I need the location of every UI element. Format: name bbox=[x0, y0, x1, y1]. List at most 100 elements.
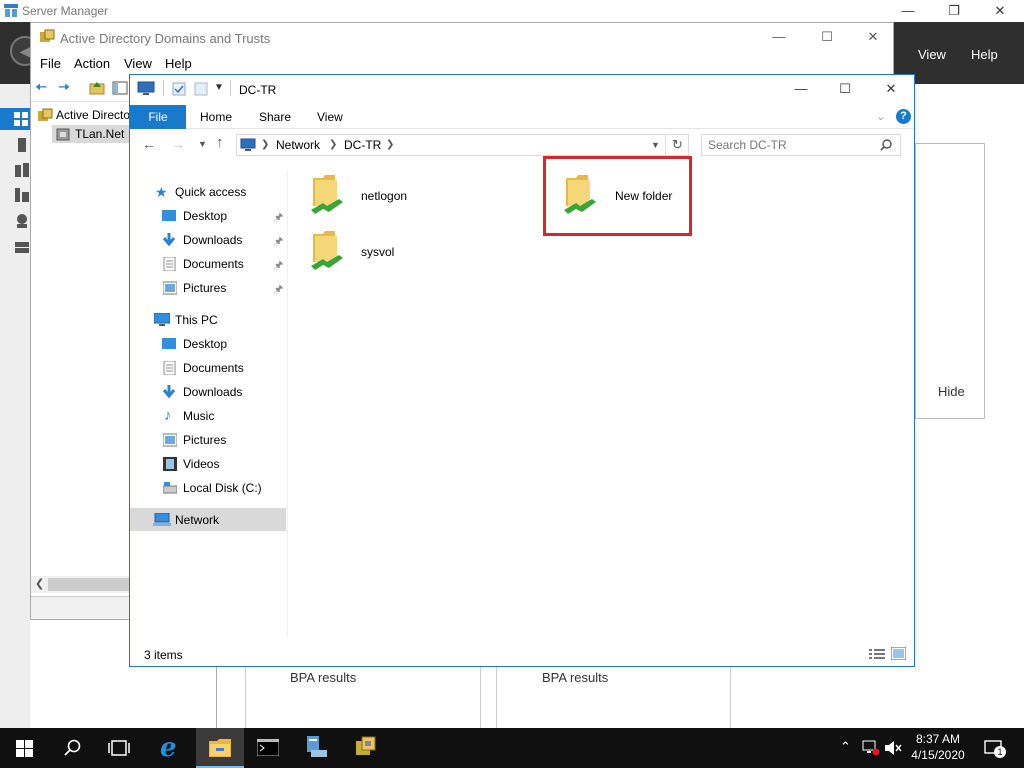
ad-close-button[interactable]: ✕ bbox=[850, 26, 896, 48]
breadcrumb-network[interactable]: Network bbox=[276, 138, 320, 152]
ribbon-tab-home[interactable]: Home bbox=[200, 110, 232, 124]
clock-time[interactable]: 8:37 AM bbox=[912, 732, 964, 746]
sm-menu-help[interactable]: Help bbox=[971, 47, 998, 62]
nav-pc-pictures[interactable]: Pictures bbox=[130, 429, 286, 451]
nav-label: Quick access bbox=[175, 185, 247, 199]
explorer-maximize-button[interactable]: ☐ bbox=[822, 78, 868, 100]
ad-minimize-button[interactable]: — bbox=[756, 26, 802, 48]
ad-ds-icon[interactable] bbox=[15, 188, 29, 202]
all-servers-icon[interactable] bbox=[15, 163, 29, 177]
nav-quick-documents[interactable]: Documents 🖈 bbox=[130, 253, 286, 275]
ribbon-tab-share[interactable]: Share bbox=[259, 110, 291, 124]
show-hidden-icons-icon[interactable]: ⌃ bbox=[840, 739, 851, 755]
local-server-icon[interactable] bbox=[15, 138, 29, 152]
item-count: 3 items bbox=[144, 648, 183, 662]
nav-quick-pictures[interactable]: Pictures 🖈 bbox=[130, 277, 286, 299]
bpa-results-link-2[interactable]: BPA results bbox=[542, 670, 608, 685]
address-dropdown-icon[interactable]: ▼ bbox=[651, 140, 660, 150]
search-icon[interactable] bbox=[64, 739, 82, 757]
documents-icon bbox=[163, 361, 176, 375]
ad-tree-hscroll-thumb[interactable] bbox=[48, 578, 130, 591]
properties-icon[interactable] bbox=[172, 82, 186, 96]
breadcrumb-chevron-icon[interactable]: ❯ bbox=[329, 139, 337, 150]
nav-this-pc[interactable]: This PC bbox=[130, 309, 286, 331]
nav-quick-downloads[interactable]: Downloads 🖈 bbox=[130, 229, 286, 251]
large-icons-view-icon[interactable] bbox=[891, 647, 906, 660]
sm-menu-view[interactable]: View bbox=[918, 47, 946, 62]
volume-muted-icon[interactable] bbox=[884, 740, 902, 756]
ad-tree-domain-label[interactable]: TLan.Net bbox=[75, 127, 124, 141]
help-icon[interactable]: ? bbox=[896, 109, 911, 124]
star-icon: ★ bbox=[155, 184, 168, 200]
nav-label: Desktop bbox=[183, 209, 228, 223]
ribbon-tab-view[interactable]: View bbox=[317, 110, 343, 124]
network-icon bbox=[153, 513, 171, 526]
explorer-close-button[interactable]: ✕ bbox=[868, 78, 914, 100]
ad-menu-help[interactable]: Help bbox=[165, 56, 192, 71]
nav-quick-access[interactable]: ★ Quick access bbox=[130, 181, 286, 203]
ribbon-expand-icon[interactable]: ⌄ bbox=[876, 110, 885, 123]
task-view-icon[interactable] bbox=[108, 740, 130, 756]
ad-menu-file[interactable]: File bbox=[40, 56, 61, 71]
show-hide-tree-icon[interactable] bbox=[112, 80, 128, 96]
ad-tree-root[interactable]: Active Directory Domains and Trusts bbox=[56, 108, 130, 124]
desktop-icon bbox=[162, 210, 176, 221]
internet-explorer-icon[interactable]: e bbox=[160, 734, 177, 762]
nav-pc-music[interactable]: ♪ Music bbox=[130, 405, 286, 427]
breadcrumb-chevron-icon[interactable]: ❯ bbox=[261, 139, 269, 150]
item-netlogon[interactable]: netlogon bbox=[361, 189, 407, 203]
recent-locations-icon[interactable]: ▼ bbox=[198, 139, 207, 149]
sm-close-button[interactable]: ✕ bbox=[977, 0, 1023, 22]
nav-back-icon[interactable]: ← bbox=[142, 136, 156, 152]
sm-dashboard-tile bbox=[915, 143, 985, 419]
details-view-icon[interactable] bbox=[869, 648, 885, 660]
sm-restore-button[interactable]: ❐ bbox=[931, 0, 977, 22]
pin-icon: 🖈 bbox=[274, 236, 284, 247]
sm-sidebar-selected[interactable] bbox=[0, 108, 30, 130]
ad-maximize-button[interactable]: ☐ bbox=[804, 26, 850, 48]
explorer-statusbar bbox=[130, 644, 914, 666]
search-icon[interactable] bbox=[880, 139, 892, 151]
shared-folder-icon[interactable] bbox=[309, 228, 345, 272]
breadcrumb-dc-tr[interactable]: DC-TR bbox=[344, 138, 381, 152]
item-sysvol[interactable]: sysvol bbox=[361, 245, 394, 259]
bpa-results-link-1[interactable]: BPA results bbox=[290, 670, 356, 685]
ad-menu-view[interactable]: View bbox=[124, 56, 152, 71]
nav-pc-videos[interactable]: Videos bbox=[130, 453, 286, 475]
nav-pc-downloads[interactable]: Downloads bbox=[130, 381, 286, 403]
ad-menu-action[interactable]: Action bbox=[74, 56, 110, 71]
server-manager-taskbar-icon[interactable] bbox=[305, 736, 329, 758]
file-storage-icon[interactable] bbox=[15, 240, 29, 254]
search-input[interactable] bbox=[708, 138, 878, 152]
sm-minimize-button[interactable]: — bbox=[885, 0, 931, 22]
forward-arrow-icon[interactable]: 🠆 bbox=[58, 80, 70, 95]
nav-up-icon[interactable]: ↑ bbox=[216, 135, 224, 151]
nav-pc-desktop[interactable]: Desktop bbox=[130, 333, 286, 355]
sm-bpa-card-1 bbox=[245, 665, 481, 728]
nav-label: Pictures bbox=[183, 433, 227, 447]
network-tray-icon[interactable] bbox=[862, 740, 880, 756]
windows-start-icon[interactable] bbox=[16, 740, 33, 757]
dns-icon[interactable] bbox=[15, 214, 29, 228]
nav-pc-documents[interactable]: Documents bbox=[130, 357, 286, 379]
refresh-icon[interactable]: ↻ bbox=[667, 134, 689, 156]
scroll-left-icon[interactable]: ❮ bbox=[35, 577, 44, 590]
new-folder-qat-icon[interactable] bbox=[194, 82, 208, 96]
nav-quick-desktop[interactable]: Desktop 🖈 bbox=[130, 205, 286, 227]
up-folder-icon[interactable] bbox=[89, 80, 105, 96]
qat-customize-icon[interactable]: ▼ bbox=[214, 82, 224, 93]
breadcrumb-chevron-icon[interactable]: ❯ bbox=[386, 139, 394, 150]
nav-pc-local-disk[interactable]: Local Disk (C:) bbox=[130, 477, 286, 499]
sm-hide-link[interactable]: Hide bbox=[938, 384, 965, 399]
ad-root-icon bbox=[38, 108, 53, 121]
explorer-minimize-button[interactable]: — bbox=[778, 78, 824, 100]
nav-forward-icon[interactable]: → bbox=[171, 136, 185, 152]
clock-date[interactable]: 4/15/2020 bbox=[908, 748, 968, 762]
music-icon: ♪ bbox=[164, 407, 172, 424]
back-arrow-icon[interactable]: 🠄 bbox=[35, 80, 47, 95]
command-prompt-icon[interactable] bbox=[257, 739, 279, 756]
ad-domains-taskbar-icon[interactable] bbox=[354, 736, 378, 758]
ribbon-tab-file[interactable]: File bbox=[130, 105, 186, 129]
nav-network-label[interactable]: Network bbox=[175, 513, 219, 527]
shared-folder-icon[interactable] bbox=[309, 172, 345, 216]
